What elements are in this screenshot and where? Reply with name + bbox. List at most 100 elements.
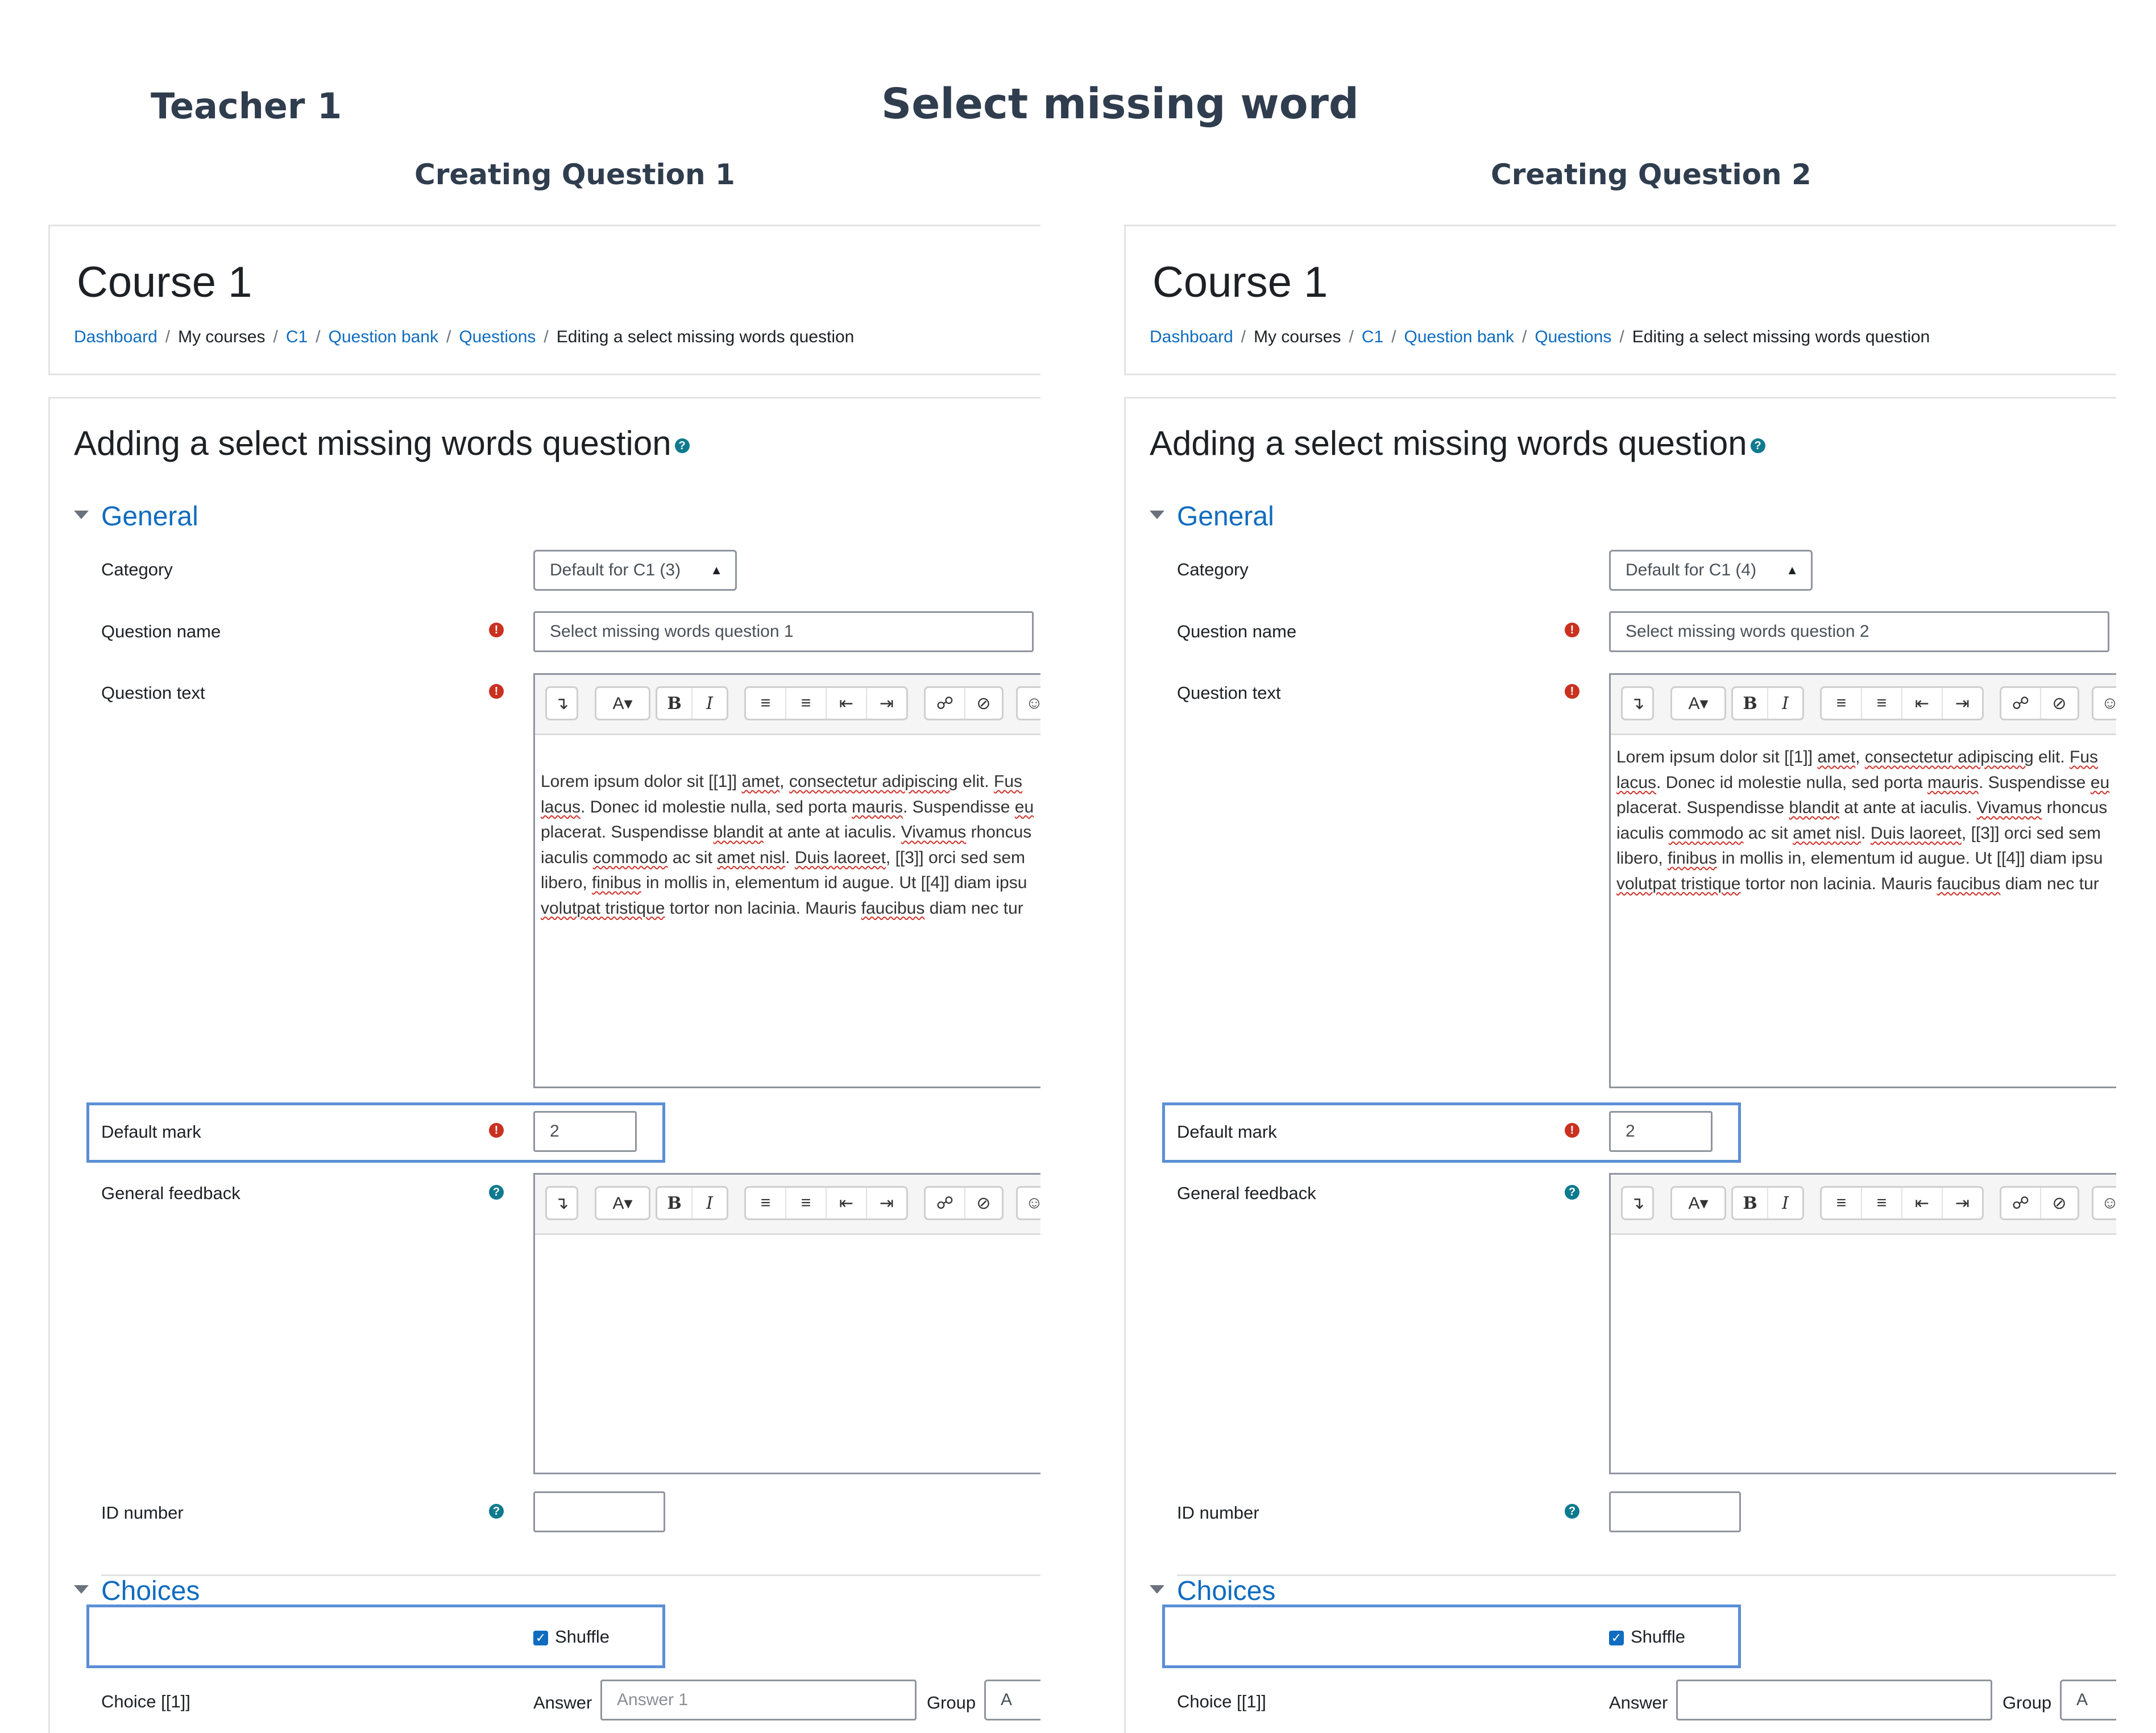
indent-icon[interactable]: ⇥ bbox=[1943, 1188, 1982, 1218]
help-icon[interactable]: ? bbox=[674, 438, 690, 454]
collapse-icon[interactable]: ↴ bbox=[547, 688, 577, 719]
emoji-icon[interactable]: ☺ bbox=[1018, 688, 1040, 719]
section-choices-toggle[interactable]: Choices bbox=[74, 1576, 200, 1607]
bold-icon[interactable]: B bbox=[1733, 688, 1768, 719]
question-text-content[interactable]: Lorem ipsum dolor sit [[1]] amet, consec… bbox=[541, 769, 1034, 921]
form-heading-text: Adding a select missing words question bbox=[74, 424, 671, 462]
breadcrumb-item: Editing a select missing words question bbox=[1632, 327, 1930, 346]
help-icon[interactable]: ? bbox=[489, 1185, 504, 1200]
link-icon[interactable]: ☍ bbox=[2001, 688, 2041, 719]
unlink-icon[interactable]: ⊘ bbox=[965, 1188, 1002, 1218]
italic-icon[interactable]: I bbox=[693, 688, 727, 719]
category-select[interactable]: Default for C1 (3) ▲ bbox=[533, 550, 737, 591]
general-feedback-editor[interactable]: ↴ A▾ B I ≡ ≡ ⇤ ⇥ ☍ ⊘ ☺ bbox=[533, 1173, 1040, 1474]
breadcrumb-item[interactable]: Question bank bbox=[1404, 327, 1514, 346]
link-icon[interactable]: ☍ bbox=[2001, 1188, 2041, 1218]
help-icon[interactable]: ? bbox=[1750, 438, 1765, 454]
breadcrumb-item[interactable]: C1 bbox=[286, 327, 308, 346]
indent-icon[interactable]: ⇥ bbox=[1943, 688, 1982, 719]
italic-icon[interactable]: I bbox=[1768, 688, 1802, 719]
bold-icon[interactable]: B bbox=[657, 688, 693, 719]
general-feedback-label: General feedback bbox=[1177, 1183, 1316, 1203]
outdent-icon[interactable]: ⇤ bbox=[1902, 688, 1943, 719]
id-number-input[interactable] bbox=[533, 1491, 665, 1532]
unordered-list-icon[interactable]: ≡ bbox=[1822, 688, 1862, 719]
collapse-icon[interactable]: ↴ bbox=[1623, 1188, 1652, 1218]
default-mark-input[interactable]: 2 bbox=[1609, 1111, 1713, 1152]
question-form: Adding a select missing words question? … bbox=[48, 397, 1040, 1733]
unordered-list-icon[interactable]: ≡ bbox=[746, 1188, 786, 1218]
section-general-toggle[interactable]: General bbox=[1150, 501, 1274, 532]
breadcrumb-item[interactable]: Dashboard bbox=[74, 327, 157, 346]
breadcrumb-item[interactable]: C1 bbox=[1362, 327, 1383, 346]
answer-input[interactable]: Answer 1 bbox=[600, 1680, 917, 1720]
id-number-label: ID number bbox=[1177, 1503, 1259, 1523]
bold-icon[interactable]: B bbox=[1733, 1188, 1768, 1218]
ordered-list-icon[interactable]: ≡ bbox=[786, 1188, 827, 1218]
font-color-icon[interactable]: A▾ bbox=[1672, 688, 1724, 719]
breadcrumb-item[interactable]: Questions bbox=[1535, 327, 1611, 346]
help-icon[interactable]: ? bbox=[489, 1504, 504, 1519]
ordered-list-icon[interactable]: ≡ bbox=[1862, 1188, 1902, 1218]
question-text-editor[interactable]: ↴ A▾ B I ≡ ≡ ⇤ ⇥ ☍ ⊘ ☺ Lorem ipsum dolor… bbox=[1609, 673, 2116, 1088]
question-text-content[interactable]: Lorem ipsum dolor sit [[1]] amet, consec… bbox=[1616, 745, 2109, 897]
category-select-value: Default for C1 (3) bbox=[550, 561, 681, 579]
breadcrumb-item[interactable]: Questions bbox=[459, 327, 536, 346]
breadcrumb-item: Editing a select missing words question bbox=[556, 327, 855, 346]
emoji-icon[interactable]: ☺ bbox=[1018, 1188, 1040, 1218]
answer-input[interactable] bbox=[1676, 1680, 1992, 1720]
question-panel-1: Course 1 Dashboard / My courses / C1/Questio… bbox=[48, 225, 1040, 1733]
ordered-list-icon[interactable]: ≡ bbox=[1862, 688, 1902, 719]
indent-icon[interactable]: ⇥ bbox=[867, 688, 906, 719]
section-general-label: General bbox=[101, 501, 198, 532]
unlink-icon[interactable]: ⊘ bbox=[2041, 688, 2078, 719]
unlink-icon[interactable]: ⊘ bbox=[2041, 1188, 2078, 1218]
help-icon[interactable]: ? bbox=[1565, 1185, 1579, 1200]
bold-icon[interactable]: B bbox=[657, 1188, 693, 1218]
font-color-icon[interactable]: A▾ bbox=[596, 1188, 649, 1218]
question-name-input[interactable]: Select missing words question 1 bbox=[533, 611, 1034, 652]
general-feedback-editor[interactable]: ↴ A▾ B I ≡ ≡ ⇤ ⇥ ☍ ⊘ ☺ bbox=[1609, 1173, 2116, 1474]
default-mark-label: Default mark bbox=[1177, 1122, 1277, 1142]
answer-label: Answer bbox=[1609, 1693, 1668, 1713]
ordered-list-icon[interactable]: ≡ bbox=[786, 688, 827, 719]
help-icon[interactable]: ? bbox=[1565, 1504, 1579, 1519]
outdent-icon[interactable]: ⇤ bbox=[1902, 1188, 1943, 1218]
unordered-list-icon[interactable]: ≡ bbox=[746, 688, 786, 719]
outdent-icon[interactable]: ⇤ bbox=[827, 1188, 867, 1218]
italic-icon[interactable]: I bbox=[693, 1188, 727, 1218]
question-form: Adding a select missing words question? … bbox=[1124, 397, 2116, 1733]
indent-icon[interactable]: ⇥ bbox=[867, 1188, 906, 1218]
font-color-icon[interactable]: A▾ bbox=[596, 688, 649, 719]
question-text-editor[interactable]: ↴ A▾ B I ≡ ≡ ⇤ ⇥ ☍ ⊘ ☺ Lorem ipsum dolor… bbox=[533, 673, 1040, 1088]
required-icon: ! bbox=[1565, 684, 1579, 699]
collapse-icon[interactable]: ↴ bbox=[547, 1188, 577, 1218]
breadcrumb-item[interactable]: Question bank bbox=[329, 327, 438, 346]
subtitle-question-1: Creating Question 1 bbox=[414, 158, 735, 191]
group-select[interactable]: A▲ bbox=[2060, 1680, 2116, 1720]
question-name-label: Question name bbox=[1177, 621, 1297, 641]
link-icon[interactable]: ☍ bbox=[926, 1188, 965, 1218]
general-feedback-label: General feedback bbox=[101, 1183, 241, 1203]
unlink-icon[interactable]: ⊘ bbox=[965, 688, 1002, 719]
default-mark-input[interactable]: 2 bbox=[533, 1111, 637, 1152]
shuffle-checkbox[interactable]: ✓ Shuffle bbox=[1609, 1627, 1685, 1647]
category-select-value: Default for C1 (4) bbox=[1626, 561, 1757, 579]
shuffle-label: Shuffle bbox=[1631, 1627, 1685, 1647]
section-general-toggle[interactable]: General bbox=[74, 501, 198, 532]
question-name-input[interactable]: Select missing words question 2 bbox=[1609, 611, 2109, 652]
font-color-icon[interactable]: A▾ bbox=[1672, 1188, 1724, 1218]
group-select[interactable]: A▲ bbox=[984, 1680, 1040, 1720]
shuffle-checkbox[interactable]: ✓ Shuffle bbox=[533, 1627, 610, 1647]
breadcrumb-item[interactable]: Dashboard bbox=[1150, 327, 1233, 346]
link-icon[interactable]: ☍ bbox=[926, 688, 965, 719]
emoji-icon[interactable]: ☺ bbox=[2093, 1188, 2116, 1218]
emoji-icon[interactable]: ☺ bbox=[2093, 688, 2116, 719]
id-number-input[interactable] bbox=[1609, 1491, 1741, 1532]
italic-icon[interactable]: I bbox=[1768, 1188, 1802, 1218]
category-select[interactable]: Default for C1 (4) ▲ bbox=[1609, 550, 1813, 591]
collapse-icon[interactable]: ↴ bbox=[1623, 688, 1652, 719]
unordered-list-icon[interactable]: ≡ bbox=[1822, 1188, 1862, 1218]
section-choices-toggle[interactable]: Choices bbox=[1150, 1576, 1275, 1607]
outdent-icon[interactable]: ⇤ bbox=[827, 688, 867, 719]
